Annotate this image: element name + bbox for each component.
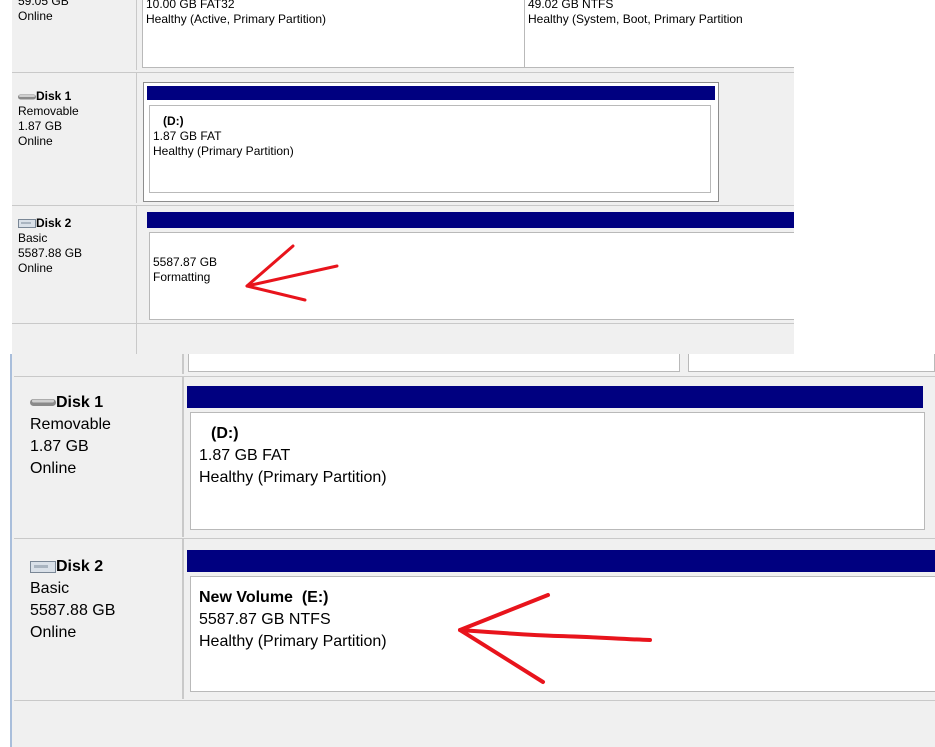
disk2-volume-health-large: Healthy (Primary Partition) bbox=[199, 633, 387, 650]
disk1-size: 1.87 GB bbox=[18, 119, 63, 133]
disk2-type-large: Basic bbox=[30, 580, 70, 597]
disk1-status-large: Online bbox=[30, 460, 77, 477]
disk2-label-large[interactable]: Disk 2 Basic 5587.88 GB Online bbox=[30, 556, 180, 644]
disk1-volume-size: 1.87 GB FAT bbox=[153, 129, 222, 143]
disk2-volume-size: 5587.87 GB bbox=[153, 255, 218, 269]
disk1-label-large[interactable]: Disk 1 Removable 1.87 GB Online bbox=[30, 392, 180, 480]
disk2-status: Online bbox=[18, 261, 53, 275]
disk2-volume-bar-large bbox=[187, 550, 935, 572]
disk2-status-large: Online bbox=[30, 624, 77, 641]
disk1-volume-name: (D:) bbox=[163, 114, 184, 128]
disk2-title: Disk 2 bbox=[18, 216, 128, 231]
disk0-volume-1[interactable]: 10.00 GB FAT32 Healthy (Active, Primary … bbox=[142, 0, 528, 68]
disk1-title: Disk 1 bbox=[18, 89, 128, 104]
disk1-type-large: Removable bbox=[30, 416, 111, 433]
basic-disk-icon bbox=[30, 560, 56, 573]
disk1-type: Removable bbox=[18, 104, 79, 118]
disk1-status: Online bbox=[18, 134, 53, 148]
basic-disk-icon bbox=[18, 219, 36, 229]
disk1-volume-bar-large bbox=[187, 386, 923, 408]
disk2-volume-name-large: New Volume (E:) bbox=[199, 589, 329, 606]
disk2-volume-bar bbox=[147, 212, 794, 228]
disk2-volume-size-large: 5587.87 GB NTFS bbox=[199, 611, 331, 628]
disk1-volume-D-large[interactable]: (D:) 1.87 GB FAT Healthy (Primary Partit… bbox=[190, 412, 925, 530]
annotation-arrow-top bbox=[245, 244, 339, 302]
removable-disk-icon bbox=[30, 399, 56, 407]
disk1-volume-health-large: Healthy (Primary Partition) bbox=[199, 469, 387, 486]
disk2-type: Basic bbox=[18, 231, 48, 245]
vol2-size: 49.02 GB NTFS bbox=[528, 0, 614, 11]
disk2-volume-status: Formatting bbox=[153, 270, 211, 284]
disk1-label[interactable]: Disk 1 Removable 1.87 GB Online bbox=[18, 89, 128, 149]
disk1-volume-D[interactable]: (D:) 1.87 GB FAT Healthy (Primary Partit… bbox=[149, 105, 711, 193]
disk2-size: 5587.88 GB bbox=[18, 246, 83, 260]
disk1-volume-name-large: (D:) bbox=[211, 425, 239, 442]
disk1-size-large: 1.87 GB bbox=[30, 438, 89, 455]
vol2-health: Healthy (System, Boot, Primary Partition bbox=[528, 12, 743, 26]
disk1-volume-health: Healthy (Primary Partition) bbox=[153, 144, 294, 158]
disk1-volume-bar bbox=[147, 86, 715, 100]
annotation-arrow-bottom bbox=[458, 593, 652, 684]
disk1-volume-size-large: 1.87 GB FAT bbox=[199, 447, 291, 464]
disk2-size-large: 5587.88 GB bbox=[30, 602, 116, 619]
disk2-label[interactable]: Disk 2 Basic 5587.88 GB Online bbox=[18, 216, 128, 276]
disk-management-bottom-panel: Disk 1 Removable 1.87 GB Online (D:) 1.8… bbox=[0, 354, 935, 747]
disk1-title-large: Disk 1 bbox=[30, 392, 180, 414]
disk0-label-partial: 59.05 GB Online bbox=[18, 0, 138, 24]
vol1-health: Healthy (Active, Primary Partition) bbox=[146, 12, 327, 26]
vol1-size: 10.00 GB FAT32 bbox=[146, 0, 235, 11]
disk0-size: 59.05 GB bbox=[18, 0, 69, 8]
disk0-status: Online bbox=[18, 9, 53, 23]
disk0-volume-2[interactable]: 49.02 GB NTFS Healthy (System, Boot, Pri… bbox=[524, 0, 794, 68]
disk-management-top-panel: 59.05 GB Online 10.00 GB FAT32 Healthy (… bbox=[12, 0, 794, 354]
removable-disk-icon bbox=[18, 94, 36, 100]
disk2-title-large: Disk 2 bbox=[30, 556, 180, 578]
